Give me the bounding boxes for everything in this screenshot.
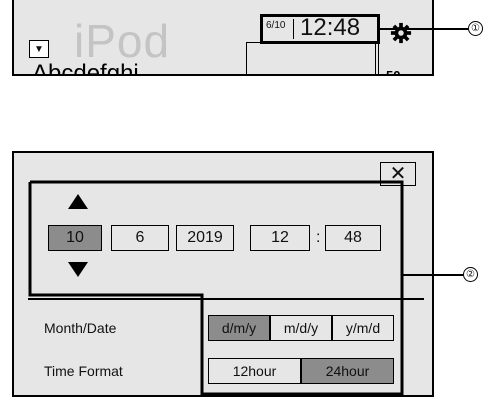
12hour-button[interactable]: 12hour	[208, 358, 301, 384]
dialog-divider	[28, 298, 424, 300]
artist-name: Abcdefghi	[32, 60, 139, 76]
down-arrow-icon[interactable]	[68, 262, 88, 277]
close-button[interactable]: ✕	[380, 162, 416, 186]
month-field[interactable]: 6	[111, 225, 169, 251]
callout-1-line	[380, 28, 468, 30]
clock-separator	[293, 19, 294, 39]
month-date-label: Month/Date	[44, 320, 117, 336]
divider	[378, 42, 379, 74]
format-mdy-button[interactable]: m/d/y	[270, 315, 332, 341]
close-icon: ✕	[389, 163, 407, 185]
side-value: 50	[386, 68, 401, 76]
format-dmy-button[interactable]: d/m/y	[208, 315, 270, 341]
time-format-label: Time Format	[44, 363, 123, 379]
callout-1: ①	[468, 21, 483, 36]
gear-icon[interactable]	[390, 22, 412, 44]
dropdown-button[interactable]: ▼	[29, 40, 49, 58]
24hour-button[interactable]: 24hour	[301, 358, 394, 384]
callout-2-line	[403, 274, 463, 276]
hour-field[interactable]: 12	[250, 225, 310, 251]
day-field[interactable]: 10	[48, 225, 102, 251]
callout-2: ②	[463, 267, 478, 282]
year-field[interactable]: 2019	[176, 225, 234, 251]
up-arrow-icon[interactable]	[68, 194, 88, 209]
time-colon: :	[316, 229, 321, 246]
triangle-down-icon: ▼	[34, 43, 44, 55]
minute-field[interactable]: 48	[325, 225, 381, 251]
clock-date: 6/10	[266, 20, 286, 31]
format-ymd-button[interactable]: y/m/d	[332, 315, 394, 341]
clock-time: 12:48	[300, 14, 361, 41]
artwork-frame	[246, 42, 376, 74]
